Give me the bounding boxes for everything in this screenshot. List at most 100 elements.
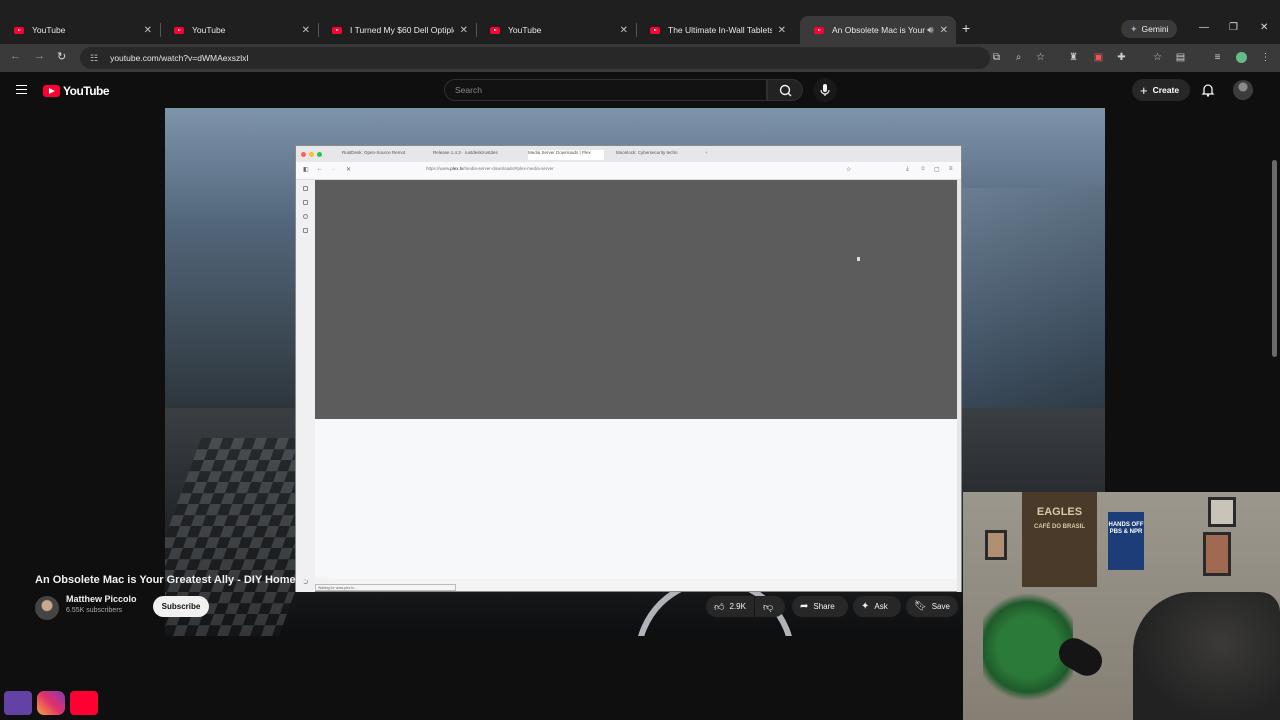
forward-icon[interactable]: → (34, 50, 45, 62)
webcam-picture-frame (985, 530, 1007, 560)
site-info-icon[interactable]: ☷ (90, 53, 98, 64)
url-text: youtube.com/watch?v=dWMAexszlxI (110, 53, 249, 63)
plus-icon: + (1140, 82, 1148, 98)
youtube-favicon-icon (650, 26, 660, 34)
youtube-favicon-icon (814, 26, 824, 34)
search-input[interactable]: Search (444, 79, 767, 101)
inner-tab: RustDesk: Open-Source Remot (342, 150, 406, 155)
close-tab-icon[interactable]: ✕ (302, 25, 310, 36)
inner-sidebar (296, 180, 315, 592)
speaker-icon[interactable]: 🔊︎ (927, 25, 933, 36)
hamburger-menu-icon[interactable] (16, 85, 27, 94)
close-tab-icon[interactable]: ✕ (620, 25, 628, 36)
channel-avatar[interactable] (35, 596, 59, 620)
tab-title: YouTube (32, 25, 66, 35)
browser-tab-strip: YouTube ✕ YouTube ✕ I Turned My $60 Dell… (0, 0, 1280, 44)
inner-url: https://www.plex.tv/media-server-downloa… (426, 166, 554, 171)
notifications-button[interactable] (1200, 82, 1216, 98)
browser-tab[interactable]: The Ultimate In-Wall Tablets for ✕ (636, 16, 794, 44)
inner-sidebar-tabs-icon (303, 200, 308, 205)
inner-extensions-icon: ▢ (934, 167, 940, 173)
ask-button[interactable]: ✦ Ask (853, 596, 901, 617)
share-arrow-icon: ➦ (800, 601, 809, 612)
webcam-picture-frame (1208, 497, 1236, 527)
inner-url-domain: plex.tv (450, 166, 464, 171)
tab-title: YouTube (508, 25, 542, 35)
youtube-favicon-icon (174, 26, 184, 34)
create-button[interactable]: + Create (1132, 79, 1190, 101)
webcam-picture-frame (1203, 532, 1231, 576)
youtube-logo[interactable]: YouTube (43, 84, 110, 98)
bookmark-star-icon[interactable]: ☆ (1035, 52, 1046, 63)
restore-icon[interactable]: ❐ (1229, 22, 1238, 33)
tab-title: YouTube (192, 25, 226, 35)
side-panel-icon[interactable]: ▤ (1175, 52, 1186, 63)
webcam-chair (1133, 592, 1280, 720)
dislike-button[interactable]: 👎︎ (755, 596, 785, 617)
inner-tab-strip: RustDesk: Open-Source Remot Release 1.4.… (296, 146, 961, 162)
browser-tab[interactable]: YouTube ✕ (476, 16, 636, 44)
zoom-icon[interactable]: ⌕ (1013, 52, 1024, 63)
gemini-sparkle-icon: ✦ (1130, 23, 1138, 34)
search-icon (779, 84, 792, 97)
webcam-overlay: EAGLES CAFÉ DO BRASIL HANDS OFF PBS & NP… (963, 492, 1280, 720)
microphone-icon (820, 84, 830, 96)
youtube-favicon-icon (14, 26, 24, 34)
puzzle-extensions-icon[interactable]: ✚ (1116, 52, 1127, 63)
address-bar[interactable]: ☷ youtube.com/watch?v=dWMAexszlxI (80, 47, 990, 69)
subscribe-button[interactable]: Subscribe (153, 596, 209, 617)
youtube-favicon-icon (332, 26, 342, 34)
profile-avatar-icon[interactable] (1236, 52, 1247, 63)
browser-tab[interactable]: I Turned My $60 Dell Optiplex ✕ (318, 16, 476, 44)
inner-url-prefix: https://www. (426, 166, 451, 171)
inner-sidebar-toggle-icon: ◧ (303, 167, 309, 173)
page-scrollbar[interactable] (1272, 160, 1277, 357)
like-button[interactable]: 👍︎ 2.9K (706, 596, 754, 617)
close-tab-icon[interactable]: ✕ (940, 25, 948, 36)
browser-tab-active[interactable]: An Obsolete Mac is Your Gr 🔊︎ ✕ (800, 16, 956, 44)
close-tab-icon[interactable]: ✕ (460, 25, 468, 36)
inner-tab-active: Media Server Downloads | Plex (528, 150, 604, 160)
save-button[interactable]: 🔖︎ Save (906, 596, 958, 617)
tab-search-icon[interactable]: ≡ (1212, 52, 1223, 63)
bookmarks-icon[interactable]: ☆ (1152, 52, 1163, 63)
browser-tab[interactable]: YouTube ✕ (0, 16, 160, 44)
inner-sidebar-ai-icon (303, 186, 308, 191)
menu-dots-icon[interactable]: ⋮ (1260, 52, 1271, 63)
webcam-poster-sub: CAFÉ DO BRASIL (1034, 524, 1085, 530)
youtube-logo-text: YouTube (63, 84, 110, 98)
back-icon[interactable]: ← (10, 50, 21, 62)
inner-forward-icon: → (330, 166, 336, 172)
close-tab-icon[interactable]: ✕ (778, 25, 786, 36)
bookmark-icon: 🔖︎ (914, 601, 927, 612)
voice-search-button[interactable] (813, 78, 837, 102)
tab-title: The Ultimate In-Wall Tablets for (668, 25, 772, 35)
new-tab-button[interactable]: + (962, 20, 970, 36)
share-label: Share (813, 602, 835, 611)
video-title: An Obsolete Mac is Your Greatest Ally - … (35, 574, 329, 586)
install-app-icon[interactable]: ⧉ (991, 52, 1002, 63)
ask-label: Ask (874, 602, 888, 611)
search-button[interactable] (767, 79, 803, 101)
gemini-label: Gemini (1141, 24, 1169, 34)
inner-tab: Release 1.4.3 · rustdesk/rustdes (433, 150, 498, 155)
inner-status-bar: Waiting for www.plex.tv... (315, 584, 456, 591)
inner-back-icon: ← (317, 166, 323, 172)
extension-icon[interactable]: ♜ (1068, 52, 1079, 63)
inner-sidebar-history-icon (303, 214, 308, 219)
webcam-eagles-poster: EAGLES CAFÉ DO BRASIL (1022, 492, 1097, 587)
close-window-icon[interactable]: ✕ (1260, 22, 1268, 33)
share-button[interactable]: ➦ Share (792, 596, 848, 617)
reload-icon[interactable]: ↻ (57, 50, 66, 63)
minimize-icon[interactable]: — (1199, 22, 1209, 33)
save-label: Save (931, 602, 950, 611)
browser-toolbar: ← → ↻ ☷ youtube.com/watch?v=dWMAexszlxI … (0, 44, 1280, 108)
channel-name[interactable]: Matthew Piccolo (66, 594, 137, 604)
extension-badge-icon[interactable]: ▣ (1093, 52, 1104, 63)
close-tab-icon[interactable]: ✕ (144, 25, 152, 36)
account-avatar[interactable] (1233, 80, 1253, 100)
inner-sidebar-bookmarks-icon (303, 228, 308, 233)
browser-tab[interactable]: YouTube ✕ (160, 16, 318, 44)
gemini-button[interactable]: ✦ Gemini (1121, 20, 1178, 38)
traffic-light-minimize-icon (309, 152, 314, 157)
